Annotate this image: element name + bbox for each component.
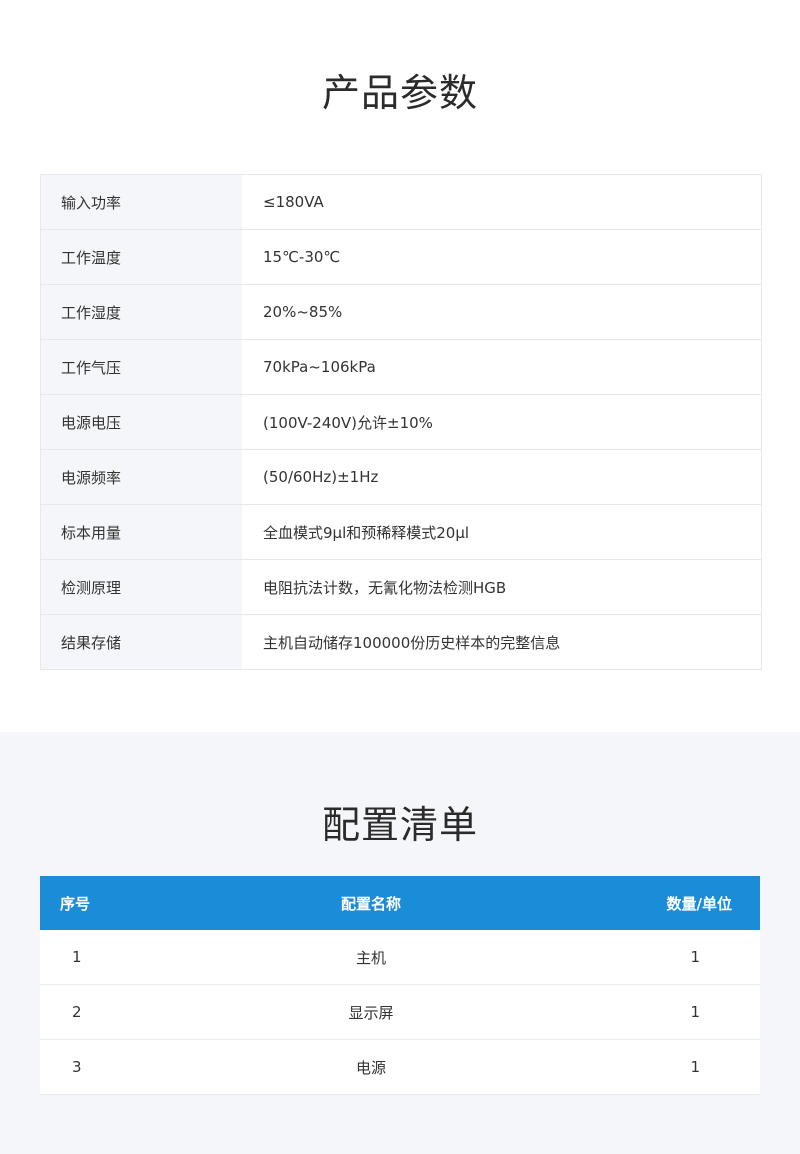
spec-label: 输入功率	[41, 175, 242, 229]
spec-row-storage: 结果存储 主机自动储存100000份历史样本的完整信息	[41, 615, 761, 670]
row-name: 显示屏	[348, 1003, 394, 1022]
spec-value: 全血模式9μl和预稀释模式20μl	[242, 505, 761, 559]
specs-title: 产品参数	[321, 71, 478, 115]
spec-label: 电源频率	[41, 450, 242, 504]
row-name: 主机	[355, 948, 386, 967]
config-table-header: 序号 配置名称 数量/单位	[40, 876, 760, 930]
spec-value: ≤180VA	[242, 175, 761, 229]
row-name: 电源	[355, 1058, 386, 1077]
table-row: 2 显示屏 1	[40, 985, 760, 1040]
spec-row-sample-volume: 标本用量 全血模式9μl和预稀释模式20μl	[41, 505, 761, 560]
spec-label: 工作气压	[41, 340, 242, 394]
spec-label: 工作温度	[41, 230, 242, 284]
spec-value: 15℃-30℃	[242, 230, 761, 284]
config-table: 序号 配置名称 数量/单位 1 主机 1 2 显示屏 1 3 电源 1	[40, 876, 760, 1095]
config-section: 配置清单 序号 配置名称 数量/单位 1 主机 1 2 显示屏 1 3 电源 1	[0, 732, 800, 1154]
row-qty: 1	[690, 948, 700, 966]
row-qty: 1	[690, 1058, 700, 1076]
spec-row-temperature: 工作温度 15℃-30℃	[41, 230, 761, 285]
specs-section: 产品参数 输入功率 ≤180VA 工作温度 15℃-30℃ 工作湿度 20%~8…	[0, 0, 800, 732]
spec-row-input-power: 输入功率 ≤180VA	[41, 175, 761, 230]
specs-table: 输入功率 ≤180VA 工作温度 15℃-30℃ 工作湿度 20%~85% 工作…	[40, 174, 762, 670]
config-title: 配置清单	[321, 803, 478, 847]
spec-row-principle: 检测原理 电阻抗法计数，无氰化物法检测HGB	[41, 560, 761, 615]
table-row: 1 主机 1	[40, 930, 760, 985]
header-qty: 数量/单位	[666, 894, 732, 913]
spec-value: 70kPa~106kPa	[242, 340, 761, 394]
spec-label: 标本用量	[41, 505, 242, 559]
spec-value: 20%~85%	[242, 285, 761, 339]
spec-label: 工作湿度	[41, 285, 242, 339]
row-index: 3	[72, 1058, 82, 1076]
row-qty: 1	[690, 1003, 700, 1021]
row-index: 1	[72, 948, 82, 966]
spec-value: 主机自动储存100000份历史样本的完整信息	[242, 615, 761, 669]
spec-value: (50/60Hz)±1Hz	[242, 450, 761, 504]
spec-label: 结果存储	[41, 615, 242, 669]
spec-row-voltage: 电源电压 (100V-240V)允许±10%	[41, 395, 761, 450]
spec-label: 电源电压	[41, 395, 242, 449]
spec-value: (100V-240V)允许±10%	[242, 395, 761, 449]
spec-value: 电阻抗法计数，无氰化物法检测HGB	[242, 560, 761, 614]
row-index: 2	[72, 1003, 82, 1021]
spec-label: 检测原理	[41, 560, 242, 614]
header-name: 配置名称	[340, 894, 401, 913]
spec-row-pressure: 工作气压 70kPa~106kPa	[41, 340, 761, 395]
spec-row-humidity: 工作湿度 20%~85%	[41, 285, 761, 340]
spec-row-frequency: 电源频率 (50/60Hz)±1Hz	[41, 450, 761, 505]
table-row: 3 电源 1	[40, 1040, 760, 1095]
header-index: 序号	[60, 894, 91, 913]
